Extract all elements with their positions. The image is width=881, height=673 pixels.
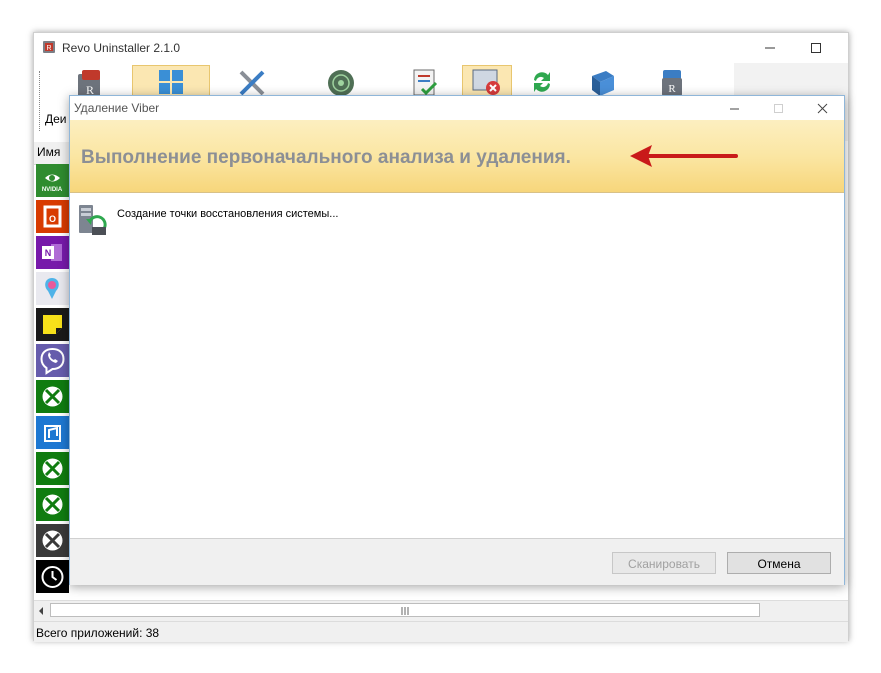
scroll-grip-icon: [401, 607, 409, 615]
sticky-notes-icon: [43, 315, 62, 334]
main-window-title: Revo Uninstaller 2.1.0: [62, 41, 181, 55]
app-tile-alarms[interactable]: [36, 560, 69, 593]
scan-button[interactable]: Сканировать: [612, 552, 716, 574]
toolbar-grip[interactable]: [39, 71, 41, 131]
app-tile-paint3d[interactable]: [36, 272, 69, 305]
app-tile-groove-music[interactable]: [36, 416, 69, 449]
app-tile-office[interactable]: O: [36, 200, 69, 233]
app-tile-xbox-1[interactable]: [36, 380, 69, 413]
dialog-header-banner: Выполнение первоначального анализа и уда…: [70, 120, 844, 193]
column-name-label: Имя: [37, 145, 61, 159]
radar-target-icon: [328, 70, 354, 96]
app-tile-viber[interactable]: [36, 344, 69, 377]
forced-uninstall-tool-button[interactable]: [462, 65, 512, 97]
xbox-icon: [42, 458, 63, 479]
onenote-icon: N: [42, 244, 62, 261]
maximize-icon: [811, 43, 821, 53]
paint3d-icon: [45, 278, 59, 299]
dialog-maximize-button[interactable]: [756, 96, 800, 120]
close-icon: [817, 103, 827, 114]
office-label: O: [49, 214, 56, 224]
minimize-button[interactable]: [747, 33, 793, 63]
app-tile-sticky-notes[interactable]: [36, 308, 69, 341]
system-restore-icon: [79, 205, 107, 235]
dialog-title: Удаление Viber: [74, 101, 160, 115]
revo-pro-icon: R: [662, 70, 682, 96]
app-tile-xbox-4[interactable]: [36, 524, 69, 557]
banner-heading: Выполнение первоначального анализа и уда…: [81, 147, 571, 168]
app-tile-xbox-3[interactable]: [36, 488, 69, 521]
book-icon: [592, 71, 614, 96]
office-icon: O: [43, 205, 62, 228]
dialog-titlebar[interactable]: Удаление Viber: [70, 96, 844, 120]
uninstall-label: Деи: [45, 112, 67, 126]
onenote-label: N: [45, 248, 52, 258]
dialog-body: Создание точки восстановления системы...: [70, 193, 844, 537]
scrollbar-thumb[interactable]: [50, 603, 760, 617]
xbox-icon: [42, 530, 63, 551]
progress-status-text: Создание точки восстановления системы...: [117, 208, 339, 220]
viber-icon: [40, 347, 65, 375]
minimize-icon: [729, 108, 739, 110]
status-bar: Всего приложений: 38: [34, 621, 848, 642]
nvidia-icon: NVIDIA: [42, 174, 63, 193]
refresh-icon: [534, 72, 550, 92]
annotation-arrow-icon: [630, 145, 738, 167]
alarms-clock-icon: [41, 566, 64, 588]
horizontal-scrollbar[interactable]: [34, 600, 848, 621]
column-header-name[interactable]: Имя: [34, 142, 70, 165]
app-tile-nvidia[interactable]: NVIDIA: [36, 164, 69, 197]
nvidia-label: NVIDIA: [42, 187, 63, 193]
uninstall-dialog: Удаление Viber Выполнение первоначальног…: [69, 95, 845, 585]
cancel-button[interactable]: Отмена: [727, 552, 831, 574]
status-app-count: Всего приложений: 38: [36, 626, 160, 640]
minimize-icon: [765, 47, 775, 49]
main-titlebar[interactable]: R Revo Uninstaller 2.1.0: [34, 33, 848, 63]
window-remove-icon: [472, 69, 500, 95]
app-tile-onenote[interactable]: N: [36, 236, 69, 269]
groove-music-icon: [44, 425, 61, 442]
xbox-icon: [42, 386, 63, 407]
revo-app-icon: R: [43, 41, 55, 53]
windows-logo-icon: [159, 70, 183, 94]
scroll-left-arrow-icon[interactable]: [37, 606, 45, 616]
svg-text:R: R: [668, 83, 676, 95]
xbox-icon: [42, 494, 63, 515]
dialog-minimize-button[interactable]: [712, 96, 756, 120]
dialog-footer: Сканировать Отмена: [70, 538, 844, 585]
maximize-icon: [773, 104, 783, 113]
windows-apps-tool-button[interactable]: [132, 65, 210, 97]
dialog-close-button[interactable]: [800, 96, 844, 120]
maximize-button[interactable]: [793, 33, 839, 63]
svg-text:R: R: [46, 45, 51, 52]
app-tile-xbox-2[interactable]: [36, 452, 69, 485]
